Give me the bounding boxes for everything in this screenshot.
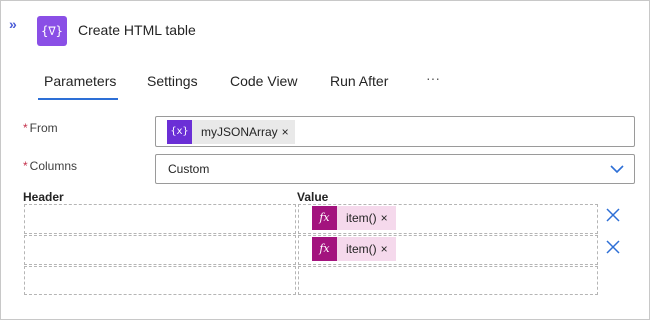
tab-parameters[interactable]: Parameters	[44, 73, 116, 89]
remove-token-icon[interactable]: ×	[282, 125, 295, 139]
token-label: myJSONArray	[201, 125, 278, 139]
variable-icon: {x}	[167, 120, 192, 144]
value-cell-input[interactable]	[298, 266, 598, 295]
active-tab-indicator	[38, 98, 118, 100]
header-cell-input[interactable]	[24, 235, 296, 265]
delete-row-icon[interactable]	[605, 239, 621, 255]
dynamic-content-token[interactable]: {x} myJSONArray ×	[167, 120, 295, 144]
expression-label: item()	[346, 242, 377, 256]
from-field[interactable]: {x} myJSONArray ×	[155, 116, 635, 147]
expand-collapse-icon[interactable]: »	[9, 17, 27, 31]
columns-dropdown[interactable]: Custom	[155, 154, 635, 184]
header-cell-input[interactable]	[24, 266, 296, 295]
tab-run-after[interactable]: Run After	[330, 73, 388, 89]
value-column-title: Value	[297, 190, 329, 204]
columns-label: * Columns	[23, 159, 78, 173]
columns-selected-value: Custom	[168, 162, 210, 176]
expression-token[interactable]: fx item() ×	[312, 237, 396, 261]
function-icon: fx	[312, 237, 337, 261]
remove-token-icon[interactable]: ×	[381, 211, 396, 225]
action-icon: {∇}	[37, 16, 67, 46]
more-tabs-button[interactable]: ···	[426, 70, 440, 86]
expression-label: item()	[346, 211, 377, 225]
header-cell-input[interactable]	[24, 204, 296, 234]
remove-token-icon[interactable]: ×	[381, 242, 396, 256]
delete-row-icon[interactable]	[605, 207, 621, 223]
tab-bar: Parameters Settings Code View Run After …	[0, 70, 650, 100]
from-label: * From	[23, 121, 58, 135]
chevron-down-icon	[610, 165, 624, 174]
function-icon: fx	[312, 206, 337, 230]
tab-code-view[interactable]: Code View	[230, 73, 297, 89]
expression-token[interactable]: fx item() ×	[312, 206, 396, 230]
tab-settings[interactable]: Settings	[147, 73, 198, 89]
action-title[interactable]: Create HTML table	[78, 22, 196, 38]
header-column-title: Header	[23, 190, 64, 204]
